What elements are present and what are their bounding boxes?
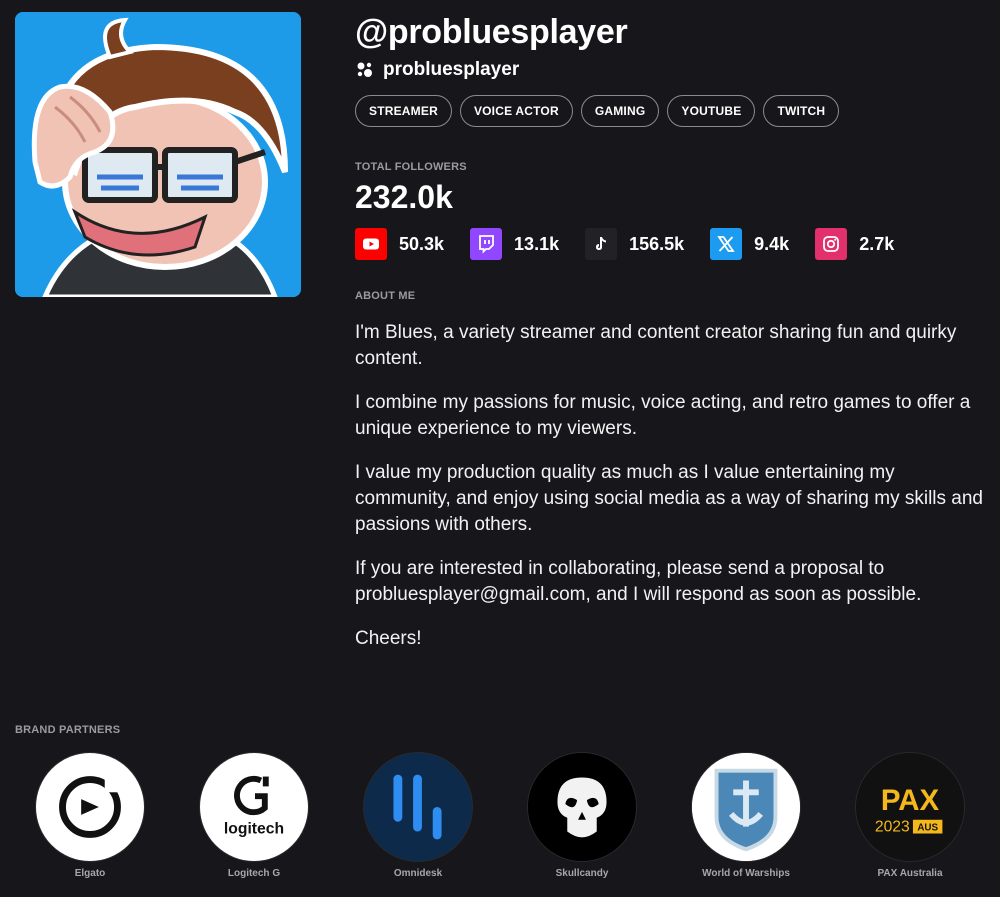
brand-partners-label: BRAND PARTNERS xyxy=(15,724,121,736)
brand-partners-list: Elgato logitech Logitech G Omnidesk Skul… xyxy=(15,752,985,879)
about-paragraph: Cheers! xyxy=(355,628,422,649)
creator-dots-icon xyxy=(357,62,372,77)
brand-name: Elgato xyxy=(74,868,106,879)
svg-text:PAX: PAX xyxy=(881,784,940,817)
instagram-icon xyxy=(815,228,848,260)
about-paragraph: I'm Blues, a variety streamer and conten… xyxy=(355,322,957,369)
omnidesk-logo xyxy=(363,752,473,862)
tag-gaming[interactable]: GAMING xyxy=(580,95,660,127)
platform-x[interactable]: 9.4k xyxy=(710,228,789,260)
platform-youtube[interactable]: 50.3k xyxy=(355,228,444,260)
brand-logitech[interactable]: logitech Logitech G xyxy=(199,752,309,879)
about-me-label: ABOUT ME xyxy=(355,290,416,302)
svg-text:2023: 2023 xyxy=(875,819,910,836)
brand-name: Omnidesk xyxy=(393,868,443,879)
brand-omnidesk[interactable]: Omnidesk xyxy=(363,752,473,879)
instagram-count: 2.7k xyxy=(859,233,895,254)
world-of-warships-logo xyxy=(691,752,801,862)
brand-world-of-warships[interactable]: World of Warships xyxy=(691,752,801,879)
tag-streamer[interactable]: STREAMER xyxy=(355,95,452,127)
brand-name: World of Warships xyxy=(702,868,790,879)
twitch-icon xyxy=(470,228,503,260)
brand-name: PAX Australia xyxy=(877,868,943,879)
tag-list: STREAMER VOICE ACTOR GAMING YOUTUBE TWIT… xyxy=(355,95,985,127)
profile-avatar xyxy=(15,12,301,297)
tag-twitch[interactable]: TWITCH xyxy=(763,95,840,127)
profile-section: @probluesplayer probluesplayer STREAMER … xyxy=(355,12,985,670)
tiktok-count: 156.5k xyxy=(629,233,685,254)
brand-elgato[interactable]: Elgato xyxy=(35,752,145,879)
youtube-icon xyxy=(355,228,387,260)
platform-tiktok[interactable]: 156.5k xyxy=(585,228,684,260)
elgato-logo xyxy=(35,752,145,862)
about-paragraph: I value my production quality as much as… xyxy=(355,462,983,535)
platform-twitch[interactable]: 13.1k xyxy=(470,228,559,260)
profile-username: probluesplayer xyxy=(383,59,520,80)
username-row: probluesplayer xyxy=(355,57,985,83)
svg-text:logitech: logitech xyxy=(224,821,284,838)
about-paragraph: If you are interested in collaborating, … xyxy=(355,558,922,605)
brand-skullcandy[interactable]: Skullcandy xyxy=(527,752,637,879)
profile-handle: @probluesplayer xyxy=(355,13,628,51)
brand-name: Logitech G xyxy=(227,868,281,879)
brand-name: Skullcandy xyxy=(555,868,609,879)
twitch-count: 13.1k xyxy=(514,233,560,254)
x-icon xyxy=(710,228,743,260)
svg-text:AUS: AUS xyxy=(917,823,938,834)
x-count: 9.4k xyxy=(754,233,790,254)
tiktok-icon xyxy=(585,228,618,260)
tag-youtube[interactable]: YOUTUBE xyxy=(667,95,756,127)
platform-stats: 50.3k 13.1k 156.5k 9.4k 2.7k xyxy=(355,228,985,260)
about-paragraph: I combine my passions for music, voice a… xyxy=(355,392,971,439)
platform-instagram[interactable]: 2.7k xyxy=(815,228,894,260)
tag-voice-actor[interactable]: VOICE ACTOR xyxy=(459,95,573,127)
about-me-text: I'm Blues, a variety streamer and conten… xyxy=(355,320,985,652)
youtube-count: 50.3k xyxy=(399,233,445,254)
pax-logo: PAX 2023 AUS xyxy=(855,752,965,862)
total-followers-label: TOTAL FOLLOWERS xyxy=(355,161,467,173)
brand-pax-australia[interactable]: PAX 2023 AUS PAX Australia xyxy=(855,752,965,879)
total-followers-value: 232.0k xyxy=(355,179,453,215)
logitech-logo: logitech xyxy=(199,752,309,862)
avatar-illustration xyxy=(15,12,301,297)
skullcandy-logo xyxy=(527,752,637,862)
